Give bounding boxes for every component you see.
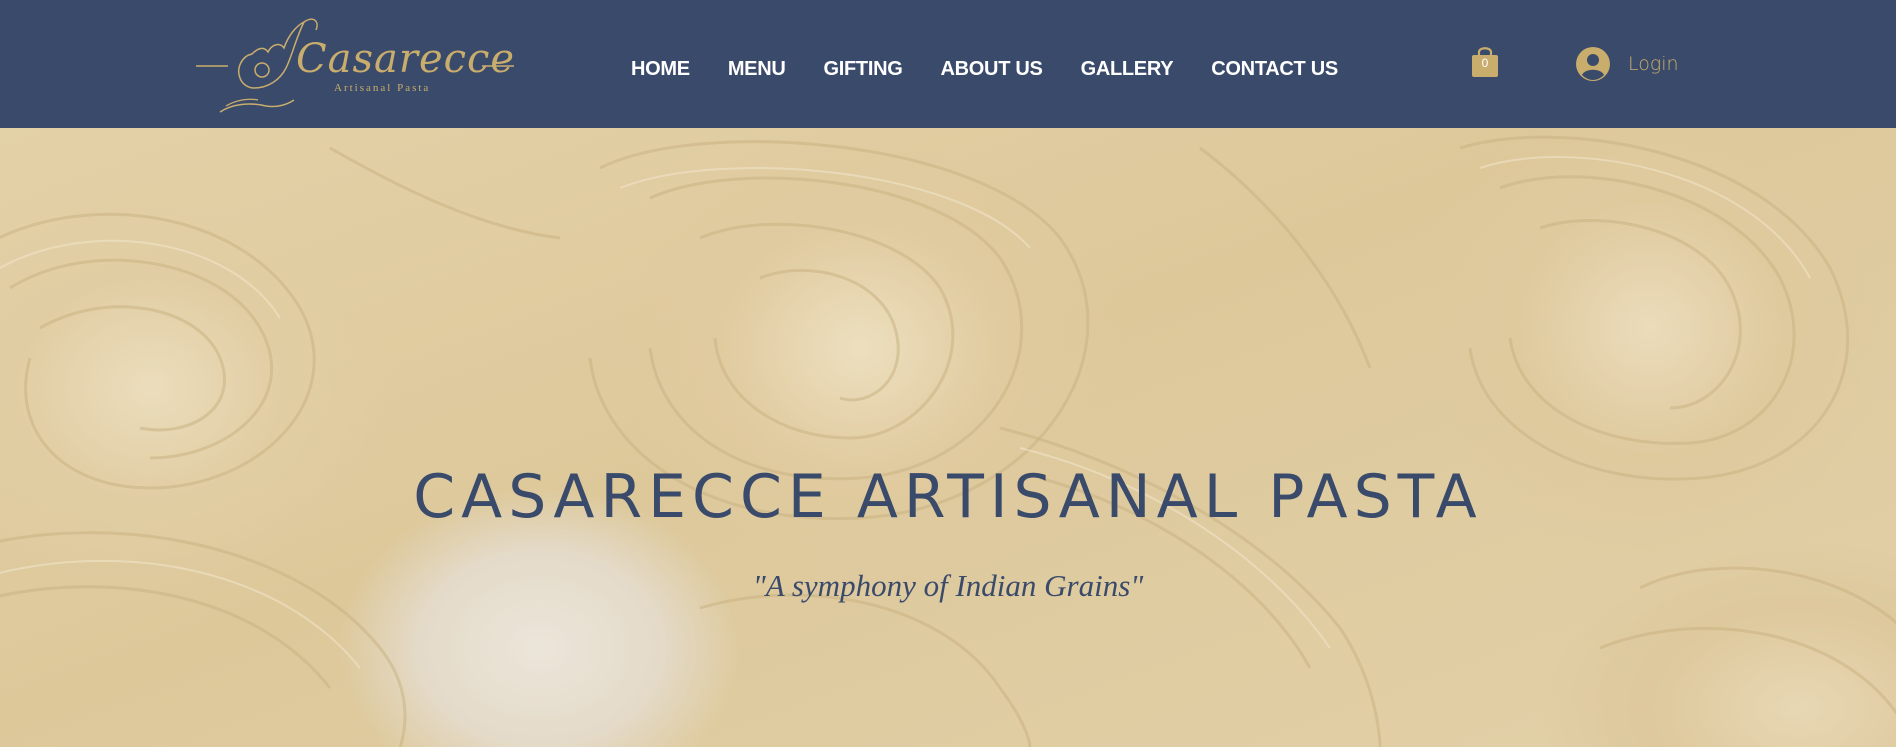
nav-item-contact-us[interactable]: CONTACT US (1192, 54, 1357, 84)
logo-subtitle: Artisanal Pasta (334, 82, 431, 94)
hero-title: CASARECCE ARTISANAL PASTA (413, 462, 1483, 532)
brand-logo[interactable]: Casarecce Artisanal Pasta (192, 8, 518, 120)
login-button[interactable]: Login (1576, 47, 1679, 81)
hero-overlay (0, 128, 1896, 747)
nav-item-about-us[interactable]: ABOUT US (922, 54, 1062, 84)
nav-item-gifting[interactable]: GIFTING (805, 54, 922, 84)
cart-count-badge: 0 (1481, 56, 1489, 70)
hero-tagline: "A symphony of Indian Grains" (752, 568, 1144, 603)
login-label: Login (1628, 53, 1679, 75)
main-navigation: HOME MENU GIFTING ABOUT US GALLERY CONTA… (612, 54, 1357, 84)
user-avatar-icon (1576, 47, 1610, 81)
nav-item-home[interactable]: HOME (612, 54, 709, 84)
nav-item-gallery[interactable]: GALLERY (1062, 54, 1193, 84)
cart-button[interactable]: 0 (1470, 44, 1500, 78)
hero-banner: CASARECCE ARTISANAL PASTA "A symphony of… (0, 128, 1896, 747)
site-header: Casarecce Artisanal Pasta HOME MENU GIFT… (0, 0, 1896, 128)
logo-wordmark: Casarecce (296, 36, 516, 82)
nav-item-menu[interactable]: MENU (709, 54, 805, 84)
